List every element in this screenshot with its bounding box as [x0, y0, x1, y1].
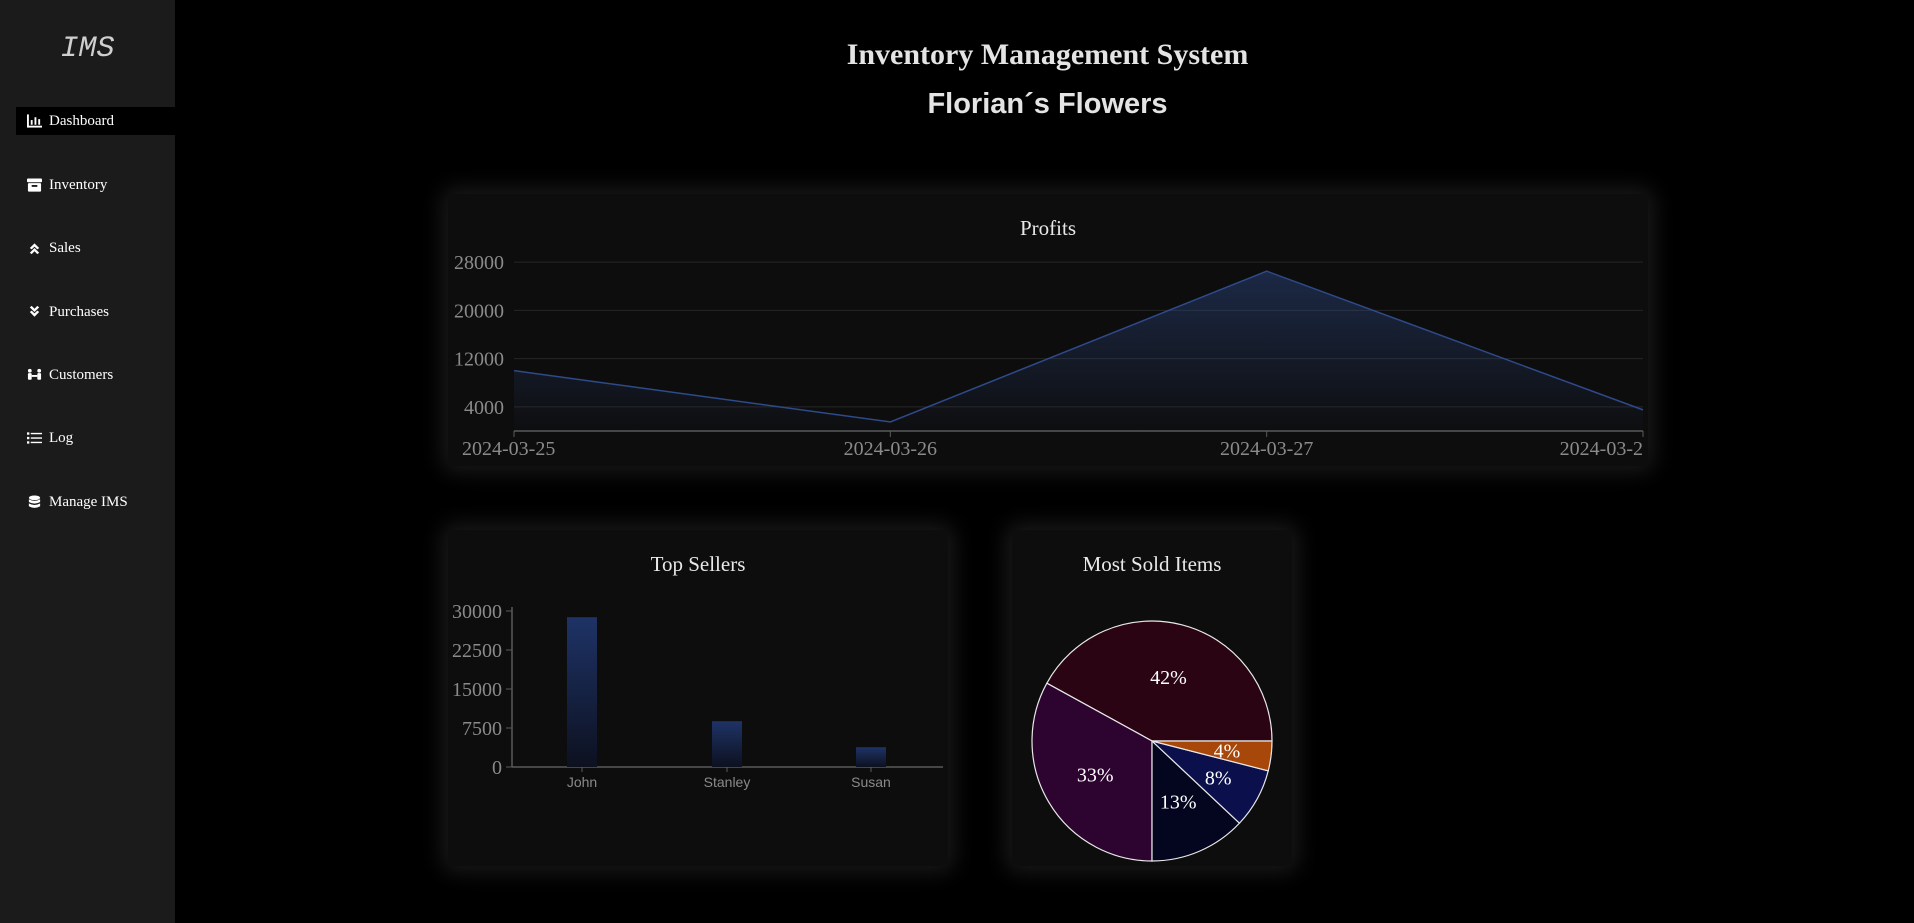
sidebar-item-dashboard[interactable]: Dashboard	[16, 107, 175, 135]
sidebar-item-label: Inventory	[49, 176, 108, 193]
double-chevron-up-icon	[26, 241, 42, 255]
y-tick-label: 12000	[454, 349, 504, 371]
sidebar-item-sales[interactable]: Sales	[16, 234, 175, 262]
x-tick-label: 2024-03-25	[462, 438, 555, 460]
shop-name: Florian´s Flowers	[927, 88, 1168, 120]
sidebar-item-manage-ims[interactable]: Manage IMS	[16, 488, 175, 516]
sidebar-item-label: Log	[49, 429, 74, 446]
x-tick-label: Stanley	[704, 774, 751, 790]
pie-label: 33%	[1077, 765, 1114, 787]
x-tick-label: John	[567, 774, 597, 790]
pie-label: 42%	[1150, 667, 1187, 689]
y-tick-label: 4000	[464, 397, 504, 419]
x-tick-label: 2024-03-2	[1560, 438, 1643, 460]
bar	[567, 617, 597, 767]
sidebar-item-inventory[interactable]: Inventory	[16, 171, 175, 199]
sidebar-item-label: Purchases	[49, 303, 109, 320]
pie-label: 13%	[1160, 792, 1197, 814]
chart-bar-icon	[26, 114, 42, 128]
y-tick-label: 0	[492, 757, 502, 779]
bar	[712, 721, 742, 767]
y-tick-label: 20000	[454, 300, 504, 322]
pie-label: 4%	[1214, 740, 1241, 762]
top-sellers-chart-card: Top Sellers 0 7500 15000 22500 30000 John Stan…	[448, 530, 948, 866]
most-sold-items-chart: 42% 33% 13% 8% 4%	[1031, 620, 1273, 862]
sidebar-item-label: Customers	[49, 366, 114, 383]
y-tick-label: 22500	[452, 640, 502, 662]
sidebar-item-label: Manage IMS	[49, 493, 128, 510]
bar	[856, 747, 886, 767]
sidebar-item-log[interactable]: Log	[16, 424, 175, 452]
double-chevron-down-icon	[26, 305, 42, 319]
top-sellers-chart: 0 7500 15000 22500 30000 John Stanley Susan	[452, 601, 943, 790]
y-tick-label: 15000	[452, 679, 502, 701]
y-tick-label: 7500	[462, 718, 502, 740]
sidebar-item-label: Sales	[49, 239, 81, 256]
x-tick-label: Susan	[851, 774, 891, 790]
list-icon	[26, 431, 42, 445]
profits-area	[514, 271, 1643, 431]
x-tick-label: 2024-03-26	[844, 438, 937, 460]
y-tick-label: 28000	[454, 252, 504, 274]
sidebar-item-label: Dashboard	[49, 112, 114, 129]
sidebar-item-purchases[interactable]: Purchases	[16, 298, 175, 326]
profits-chart-card: Profits 4000 12000 20000 28000 2024-03-25 202…	[448, 194, 1648, 466]
sidebar-item-customers[interactable]: Customers	[16, 361, 175, 389]
page-title: Inventory Management System	[846, 38, 1249, 71]
box-icon	[26, 178, 42, 192]
pie-label: 8%	[1205, 767, 1232, 789]
people-icon	[26, 368, 42, 382]
y-tick-label: 30000	[452, 601, 502, 623]
most-sold-items-chart-card: Most Sold Items 42% 33% 13% 8% 4%	[1012, 530, 1292, 866]
sidebar: IMS Dashboard Inventory Sales Purchases …	[0, 0, 175, 923]
app-logo: IMS	[60, 32, 115, 66]
x-tick-label: 2024-03-27	[1220, 438, 1313, 460]
database-icon	[26, 495, 42, 509]
profits-chart: 4000 12000 20000 28000 2024-03-25 2024-03-26 2…	[454, 252, 1644, 460]
